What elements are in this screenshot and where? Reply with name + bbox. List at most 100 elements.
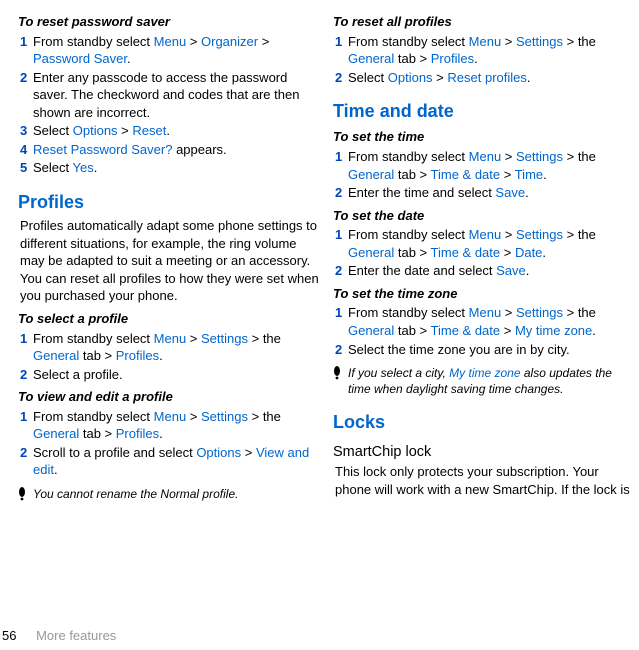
step-text: From standby select Menu > Settings > th…	[348, 304, 635, 339]
text-fragment: >	[501, 305, 516, 320]
menu-path: Time & date	[431, 323, 501, 338]
menu-path: My time zone	[515, 323, 592, 338]
text-fragment: > the	[563, 149, 596, 164]
left-column: To reset password saver 1 From standby s…	[18, 8, 320, 502]
step-text: From standby select Menu > Settings > th…	[348, 148, 635, 183]
text-fragment: >	[500, 323, 515, 338]
two-column-layout: To reset password saver 1 From standby s…	[18, 8, 635, 502]
menu-path: Menu	[469, 227, 502, 242]
text-fragment: .	[542, 245, 546, 260]
text-fragment: .	[159, 426, 163, 441]
step-number: 5	[20, 159, 31, 177]
menu-path: General	[348, 167, 394, 182]
menu-path: Menu	[154, 34, 187, 49]
step-item: 4 Reset Password Saver? appears.	[18, 141, 320, 159]
text-fragment: >	[500, 167, 515, 182]
step-item: 1 From standby select Menu > Settings > …	[333, 304, 635, 339]
step-text: Select Yes.	[33, 159, 320, 177]
text-fragment: tab >	[394, 245, 430, 260]
text-fragment: Scroll to a profile and select	[33, 445, 196, 460]
menu-path: Yes	[73, 160, 94, 175]
heading-set-date: To set the date	[333, 207, 635, 225]
menu-path: Menu	[154, 409, 187, 424]
text-fragment: >	[186, 409, 201, 424]
text-fragment: > the	[563, 227, 596, 242]
text-fragment: .	[166, 123, 170, 138]
text-fragment: From standby select	[348, 227, 469, 242]
menu-path: Reset	[132, 123, 166, 138]
step-text: Select a profile.	[33, 366, 320, 384]
text-fragment: .	[525, 185, 529, 200]
text-fragment: From standby select	[33, 331, 154, 346]
step-text: Select the time zone you are in by city.	[348, 341, 635, 359]
step-text: Enter the date and select Save.	[348, 262, 635, 280]
step-number: 2	[335, 184, 346, 202]
text-fragment: > the	[563, 305, 596, 320]
menu-path: Options	[196, 445, 241, 460]
step-number: 1	[335, 226, 346, 261]
menu-path: General	[33, 426, 79, 441]
text-fragment: Enter the time and select	[348, 185, 495, 200]
step-text: Reset Password Saver? appears.	[33, 141, 320, 159]
text-fragment: > the	[248, 331, 281, 346]
menu-path: Date	[515, 245, 542, 260]
step-item: 2 Select a profile.	[18, 366, 320, 384]
text-fragment: .	[527, 70, 531, 85]
step-number: 2	[20, 366, 31, 384]
text-fragment: .	[543, 167, 547, 182]
menu-path: General	[33, 348, 79, 363]
text-fragment: .	[159, 348, 163, 363]
menu-path: My time zone	[449, 366, 520, 380]
text-fragment: From standby select	[348, 34, 469, 49]
menu-path: General	[348, 51, 394, 66]
text-fragment: >	[433, 70, 448, 85]
subheading-smartchip: SmartChip lock	[333, 443, 635, 463]
step-number: 1	[335, 304, 346, 339]
menu-path: Menu	[154, 331, 187, 346]
right-column: To reset all profiles 1 From standby sel…	[333, 8, 635, 502]
step-item: 1 From standby select Menu > Settings > …	[333, 148, 635, 183]
step-number: 1	[335, 33, 346, 68]
heading-set-time-zone: To set the time zone	[333, 285, 635, 303]
step-item: 2 Enter the time and select Save.	[333, 184, 635, 202]
step-number: 2	[20, 69, 31, 122]
step-text: Scroll to a profile and select Options >…	[33, 444, 320, 479]
text-fragment: tab >	[394, 51, 431, 66]
note-text: If you select a city, My time zone also …	[348, 365, 635, 397]
step-text: Select Options > Reset profiles.	[348, 69, 635, 87]
menu-path: General	[348, 323, 394, 338]
text-fragment: > the	[563, 34, 596, 49]
menu-path: Organizer	[201, 34, 258, 49]
text-fragment: .	[94, 160, 98, 175]
step-item: 1 From standby select Menu > Settings > …	[18, 408, 320, 443]
step-text: Enter the time and select Save.	[348, 184, 635, 202]
text-fragment: >	[500, 245, 515, 260]
text-fragment: >	[118, 123, 133, 138]
text-fragment: > the	[248, 409, 281, 424]
info-icon	[333, 366, 341, 380]
text-fragment: tab >	[79, 348, 116, 363]
step-text: From standby select Menu > Settings > th…	[348, 33, 635, 68]
heading-set-time: To set the time	[333, 128, 635, 146]
step-item: 5 Select Yes.	[18, 159, 320, 177]
menu-path: Options	[388, 70, 433, 85]
heading-locks: Locks	[333, 410, 635, 434]
step-number: 1	[20, 330, 31, 365]
step-item: 1 From standby select Menu > Settings > …	[333, 226, 635, 261]
menu-path: Time	[515, 167, 543, 182]
text-fragment: From standby select	[33, 409, 154, 424]
menu-path: Menu	[469, 149, 502, 164]
menu-path: General	[348, 245, 394, 260]
text-fragment: >	[501, 34, 516, 49]
page-number: 56	[2, 628, 16, 643]
info-icon	[18, 487, 26, 501]
text-fragment: Select	[33, 160, 73, 175]
step-item: 2 Select the time zone you are in by cit…	[333, 341, 635, 359]
step-number: 1	[20, 33, 31, 68]
step-number: 2	[20, 444, 31, 479]
text-fragment: .	[526, 263, 530, 278]
menu-path: Save	[496, 263, 526, 278]
menu-path: Settings	[516, 305, 563, 320]
step-number: 1	[20, 408, 31, 443]
text-fragment: .	[592, 323, 596, 338]
